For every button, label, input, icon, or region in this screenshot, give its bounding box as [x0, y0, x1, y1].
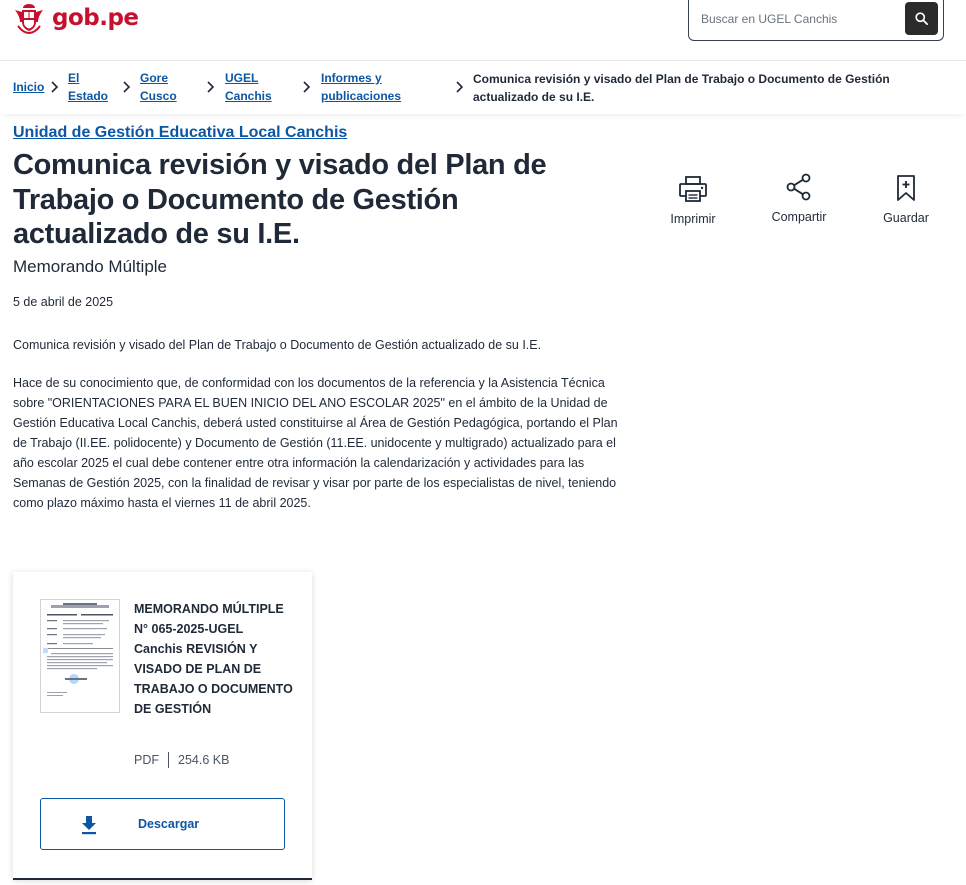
document-type: Memorando Múltiple — [13, 257, 168, 276]
save-label: Guardar — [883, 211, 929, 225]
chevron-right-icon — [207, 81, 215, 93]
gobpe-logo[interactable]: gob.pe — [12, 2, 139, 34]
site-header: gob.pe — [0, 0, 966, 61]
breadcrumb-label: Canchis — [225, 89, 272, 103]
search-button[interactable] — [905, 2, 938, 35]
article-summary: Comunica revisión y visado del Plan de T… — [13, 338, 542, 352]
breadcrumb-label: publicaciones — [321, 89, 402, 103]
breadcrumb-link-estado[interactable]: El Estado — [68, 69, 108, 105]
print-label: Imprimir — [670, 212, 716, 226]
document-size: 254.6 KB — [178, 753, 230, 767]
document-preview-image — [43, 603, 113, 696]
share-icon — [786, 173, 811, 201]
share-label: Compartir — [771, 210, 827, 224]
breadcrumb-label: UGEL — [225, 71, 259, 85]
chevron-right-icon — [123, 81, 131, 93]
breadcrumb-label: Estado — [68, 89, 109, 103]
breadcrumb-link-ugel-canchis[interactable]: UGEL Canchis — [225, 69, 272, 105]
breadcrumb-link-inicio[interactable]: Inicio — [13, 78, 44, 96]
peru-coat-of-arms-icon — [15, 4, 43, 34]
publish-date: 5 de abril de 2025 — [13, 295, 114, 309]
breadcrumb: Inicio El Estado Gore Cusco UGEL Canchis In… — [0, 62, 966, 114]
download-button[interactable]: Descargar — [40, 798, 285, 850]
document-format: PDF — [134, 753, 159, 767]
download-label: Descargar — [138, 817, 200, 831]
article-body: Hace de su conocimiento que, de conformi… — [13, 376, 618, 510]
document-title: MEMORANDO MÚLTIPLE N° 065-2025-UGEL Canc… — [134, 602, 293, 716]
logo-text: gob.pe — [52, 5, 139, 31]
document-card: MEMORANDO MÚLTIPLE N° 065-2025-UGEL Canc… — [13, 572, 312, 880]
breadcrumb-current: Comunica revisión y visado del Plan de T… — [473, 72, 890, 104]
download-icon — [82, 816, 96, 835]
chevron-right-icon — [456, 81, 464, 93]
search-input[interactable] — [699, 11, 903, 27]
printer-icon — [679, 176, 707, 202]
page-title: Comunica revisión y visado del Plan de T… — [13, 149, 547, 250]
document-thumbnail[interactable] — [40, 599, 120, 713]
breadcrumb-link-gore-cusco[interactable]: Gore Cusco — [140, 69, 177, 105]
breadcrumb-link-informes[interactable]: Informes y publicaciones — [321, 69, 401, 105]
breadcrumb-label: Cusco — [140, 89, 177, 103]
chevron-right-icon — [51, 81, 59, 93]
breadcrumb-label: Gore — [140, 71, 169, 85]
save-button[interactable]: Guardar — [866, 173, 946, 225]
organization-link[interactable]: Unidad de Gestión Educativa Local Canchi… — [13, 124, 347, 142]
search-box — [688, 0, 944, 41]
breadcrumb-label: Inicio — [13, 80, 45, 94]
bookmark-icon — [897, 175, 915, 201]
meta-divider — [168, 752, 169, 768]
print-button[interactable]: Imprimir — [653, 174, 733, 226]
share-button[interactable]: Compartir — [759, 172, 839, 224]
document-meta: PDF 254.6 KB — [134, 752, 229, 768]
breadcrumb-label: El — [68, 71, 80, 85]
chevron-right-icon — [303, 81, 311, 93]
search-icon — [915, 12, 928, 25]
breadcrumb-label: Informes y — [321, 71, 382, 85]
